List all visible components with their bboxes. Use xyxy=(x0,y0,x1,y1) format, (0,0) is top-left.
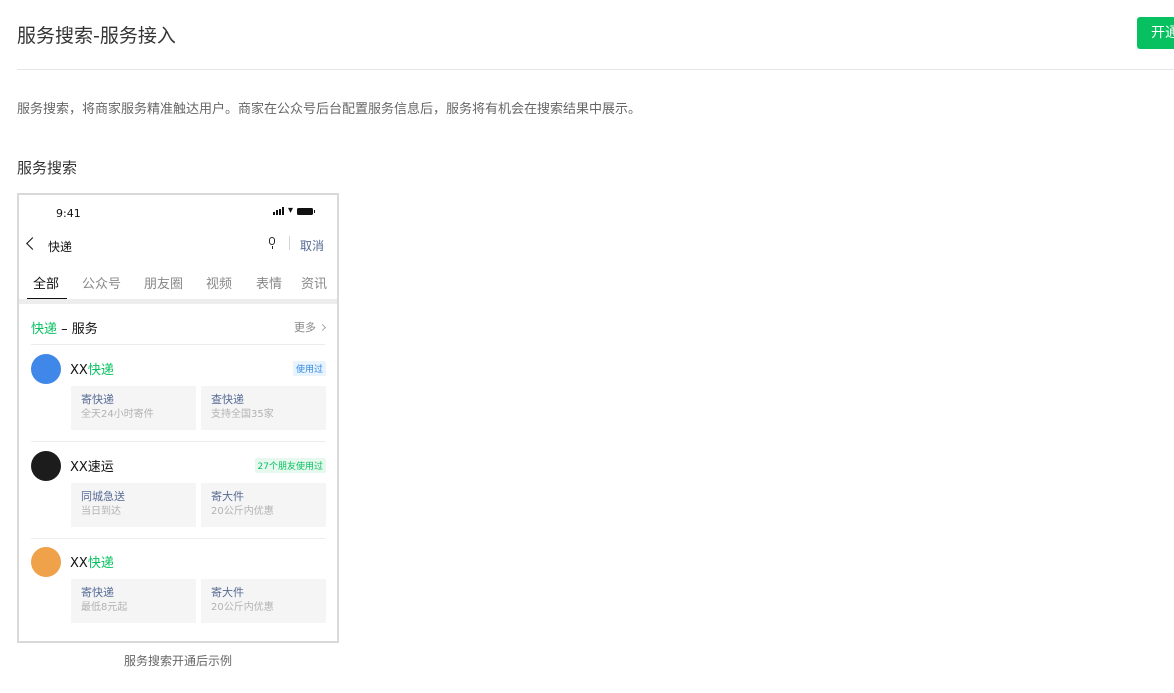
service-item: XX速运 27个朋友使用过 同城急送 当日到达 寄大件 20公斤内优惠 xyxy=(19,442,337,538)
back-icon xyxy=(26,237,39,250)
page-title: 服务搜索-服务接入 xyxy=(17,25,176,47)
service-name: XX速运 xyxy=(70,460,114,475)
tab-all: 全部 xyxy=(33,277,60,292)
service-avatar xyxy=(31,354,61,384)
tab-official-accounts: 公众号 xyxy=(82,277,122,292)
wifi-icon: ▾ xyxy=(287,205,293,216)
more-label: 更多 xyxy=(294,321,316,334)
service-header-label: – 服务 xyxy=(57,322,98,337)
service-card-subtitle: 全天24小时寄件 xyxy=(81,409,154,420)
service-card-subtitle: 当日到达 xyxy=(81,506,121,517)
service-card-title: 寄快递 xyxy=(81,393,114,406)
service-card-title: 寄大件 xyxy=(211,490,244,503)
header-divider xyxy=(17,69,1174,70)
search-query: 快递 xyxy=(48,240,73,254)
service-section-header: 快递 – 服务 xyxy=(31,318,98,337)
battery-icon xyxy=(297,207,315,215)
cancel-link: 取消 xyxy=(300,239,325,253)
service-name: XX快递 xyxy=(70,556,114,571)
search-bar: 快递 取消 xyxy=(19,233,337,259)
search-separator xyxy=(289,236,290,250)
service-item: XX快递 寄快递 最低8元起 寄大件 20公斤内优惠 xyxy=(19,538,337,634)
service-tag: 27个朋友使用过 xyxy=(254,458,326,473)
service-item: XX快递 使用过 寄快递 全天24小时寄件 查快递 支持全国35家 xyxy=(19,345,337,441)
enable-button[interactable]: 开通 xyxy=(1137,17,1174,49)
service-card: 寄快递 最低8元起 xyxy=(71,579,196,623)
service-tag: 使用过 xyxy=(292,361,326,376)
tab-stickers: 表情 xyxy=(256,277,283,292)
service-card-subtitle: 20公斤内优惠 xyxy=(211,506,274,517)
service-card: 寄大件 20公斤内优惠 xyxy=(201,579,326,623)
tabs-divider xyxy=(19,299,337,304)
tab-moments: 朋友圈 xyxy=(144,277,184,292)
chevron-right-icon xyxy=(318,323,327,331)
service-header-keyword: 快递 xyxy=(31,322,58,337)
service-card: 寄大件 20公斤内优惠 xyxy=(201,483,326,527)
tab-video: 视频 xyxy=(206,277,233,292)
service-card-title: 寄大件 xyxy=(211,586,244,599)
service-card: 同城急送 当日到达 xyxy=(71,483,196,527)
service-card-subtitle: 支持全国35家 xyxy=(211,409,274,420)
service-card-title: 同城急送 xyxy=(81,490,125,503)
service-card-title: 寄快递 xyxy=(81,586,114,599)
search-tabs: 全部 公众号 朋友圈 视频 表情 资讯 xyxy=(19,265,337,301)
service-avatar xyxy=(31,451,61,481)
service-avatar xyxy=(31,547,61,577)
service-card-subtitle: 最低8元起 xyxy=(81,602,128,613)
status-icons: ▾ xyxy=(272,205,315,216)
microphone-icon xyxy=(268,237,276,249)
service-card-title: 查快递 xyxy=(211,393,244,406)
service-card: 寄快递 全天24小时寄件 xyxy=(71,386,196,430)
more-link: 更多 xyxy=(294,319,327,335)
page-description: 服务搜索，将商家服务精准触达用户。商家在公众号后台配置服务信息后，服务将有机会在… xyxy=(17,102,642,117)
service-card-subtitle: 20公斤内优惠 xyxy=(211,602,274,613)
signal-icon xyxy=(272,207,284,215)
preview-caption: 服务搜索开通后示例 xyxy=(123,654,232,668)
service-name: XX快递 xyxy=(70,363,114,378)
status-time: 9:41 xyxy=(56,207,81,220)
service-card: 查快递 支持全国35家 xyxy=(201,386,326,430)
tab-news: 资讯 xyxy=(301,277,328,292)
example-preview-phone: 9:41 ▾ 快递 取消 全部 公众号 朋友圈 视频 表情 资讯 快递 – 服务… xyxy=(17,193,339,643)
section-title: 服务搜索 xyxy=(17,159,78,177)
